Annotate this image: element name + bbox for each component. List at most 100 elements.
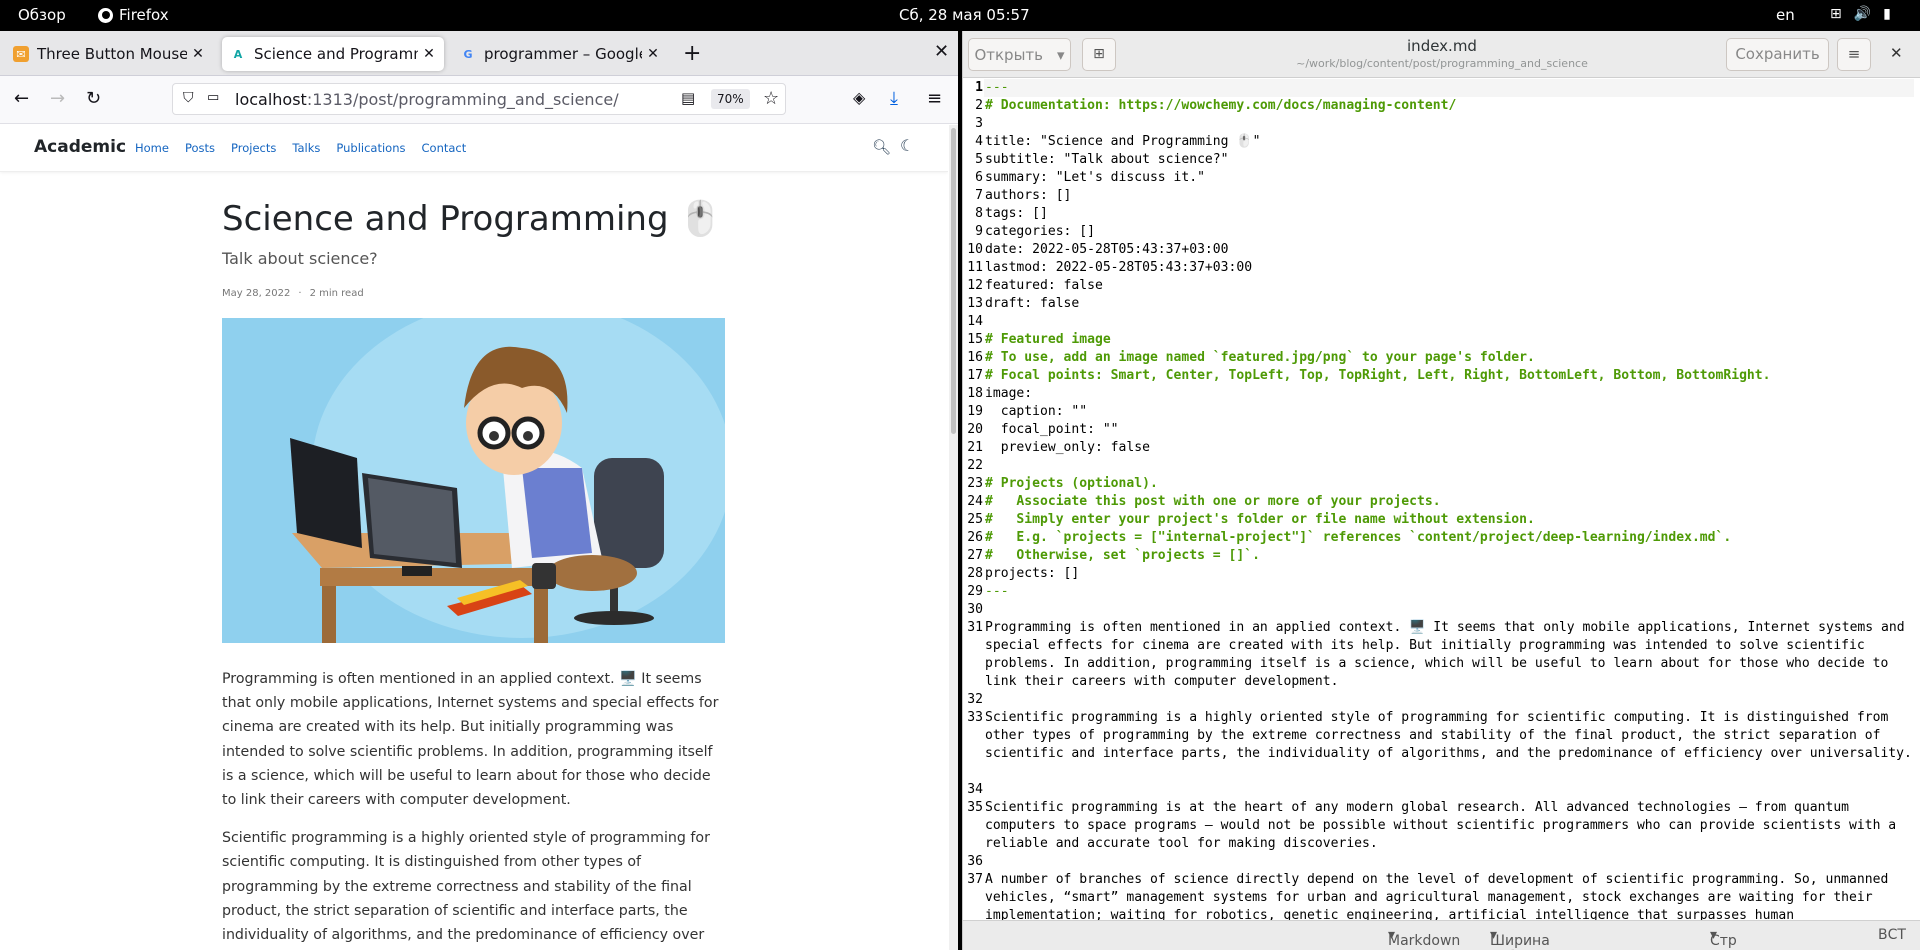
clock[interactable]: Сб, 28 мая 05:57 — [899, 6, 1030, 24]
system-tray[interactable]: ⊞ 🔊 ▮ — [1830, 6, 1891, 22]
line-number: 21 — [967, 440, 983, 455]
editor-line[interactable]: # Otherwise, set `projects = []`. — [985, 547, 1915, 565]
line-number: 15 — [967, 332, 983, 347]
tab-three-button-mouse[interactable]: ✉ Three Button Mouse Er ✕ — [5, 37, 213, 71]
url-text[interactable]: localhost:1313/post/programming_and_scie… — [235, 90, 619, 109]
new-tab-plus-icon[interactable]: + — [683, 41, 701, 66]
downloads-icon[interactable]: ⤓ — [890, 88, 898, 109]
editor-line[interactable]: # E.g. `projects = ["internal-project"]`… — [985, 529, 1915, 547]
menu-home[interactable]: Home — [135, 141, 169, 155]
hamburger-menu-icon[interactable]: ≡ — [927, 88, 942, 109]
tab-close-icon[interactable]: ✕ — [646, 46, 660, 62]
page-info-icon[interactable]: ▭ — [207, 90, 219, 105]
pocket-icon[interactable]: ◈ — [853, 88, 865, 107]
reader-view-icon[interactable]: ▤ — [681, 89, 695, 107]
editor-line[interactable]: summary: "Let's discuss it." — [985, 169, 1915, 187]
save-button[interactable]: Сохранить — [1726, 38, 1829, 71]
editor-line[interactable]: # Associate this post with one or more o… — [985, 493, 1915, 511]
cursor-position[interactable]: Стр 1, Стл6 1 ▾ — [1710, 927, 1737, 950]
editor-line[interactable]: caption: "" — [985, 403, 1915, 421]
menu-contact[interactable]: Contact — [422, 141, 467, 155]
app-menu[interactable]: Firefox — [98, 6, 169, 24]
editor-line[interactable]: --- — [985, 79, 1915, 97]
academic-icon: A — [233, 47, 243, 61]
line-number: 36 — [967, 854, 983, 869]
tab-science-and-programming[interactable]: A Science and Programming ✕ — [222, 37, 444, 71]
line-number: 29 — [967, 584, 983, 599]
language-selector[interactable]: Markdown ▾ — [1388, 927, 1460, 949]
line-number: 30 — [967, 602, 983, 617]
editor-line[interactable]: draft: false — [985, 295, 1915, 313]
editor-line[interactable]: Programming is often mentioned in an app… — [985, 619, 1915, 691]
editor-line[interactable]: --- — [985, 583, 1915, 601]
editor-line[interactable]: # Focal points: Smart, Center, TopLeft, … — [985, 367, 1915, 385]
line-number: 11 — [967, 260, 983, 275]
url-path: :1313/post/programming_and_science/ — [306, 90, 619, 109]
tab-google-programmer[interactable]: G programmer – Google Po ✕ — [452, 37, 668, 71]
line-number: 14 — [967, 314, 983, 329]
editor-line[interactable]: # Featured image — [985, 331, 1915, 349]
mail-icon: ✉ — [13, 46, 29, 62]
volume-icon: 🔊 — [1853, 6, 1872, 22]
menu-posts[interactable]: Posts — [185, 141, 215, 155]
dark-mode-moon-icon[interactable]: ☾ — [900, 136, 914, 155]
scrollbar-thumb[interactable] — [951, 128, 956, 434]
forward-arrow-icon[interactable]: → — [50, 88, 65, 109]
line-number: 23 — [967, 476, 983, 491]
close-icon[interactable]: ✕ — [1890, 44, 1903, 62]
editor-line[interactable]: featured: false — [985, 277, 1915, 295]
navigation-toolbar: ← → ↻ ⛉ ▭ localhost:1313/post/programmin… — [0, 76, 958, 124]
editor-line[interactable]: Scientific programming is a highly orien… — [985, 709, 1915, 763]
web-page: Academic Home Posts Projects Talks Publi… — [0, 125, 948, 950]
editor-line[interactable]: lastmod: 2022-05-28T05:43:37+03:00 — [985, 259, 1915, 277]
menu-talks[interactable]: Talks — [292, 141, 320, 155]
editor-line[interactable]: categories: [] — [985, 223, 1915, 241]
activities-button[interactable]: Обзор — [18, 6, 66, 24]
new-document-icon[interactable]: ⊞ — [1082, 38, 1116, 71]
editor-line[interactable]: Scientific programming is at the heart o… — [985, 799, 1915, 853]
site-navbar: Academic Home Posts Projects Talks Publi… — [0, 125, 948, 172]
keyboard-layout[interactable]: en — [1776, 6, 1795, 24]
line-number: 22 — [967, 458, 983, 473]
editor-line[interactable]: date: 2022-05-28T05:43:37+03:00 — [985, 241, 1915, 259]
bookmark-star-icon[interactable]: ☆ — [763, 88, 779, 109]
editor-line[interactable]: preview_only: false — [985, 439, 1915, 457]
line-number: 3 — [975, 116, 983, 131]
editor-line[interactable]: subtitle: "Talk about science?" — [985, 151, 1915, 169]
reload-icon[interactable]: ↻ — [86, 88, 101, 109]
search-icon[interactable]: 🔍︎ — [872, 138, 891, 156]
editor-line[interactable]: A number of branches of science directly… — [985, 871, 1915, 925]
language-label: Markdown — [1388, 933, 1461, 949]
editor-line[interactable]: focal_point: "" — [985, 421, 1915, 439]
tab-close-icon[interactable]: ✕ — [191, 46, 205, 62]
editor-line[interactable]: # Documentation: https://wowchemy.com/do… — [985, 97, 1915, 115]
back-arrow-icon[interactable]: ← — [14, 88, 29, 109]
line-number: 7 — [975, 188, 983, 203]
editor-line[interactable]: tags: [] — [985, 205, 1915, 223]
editor-line[interactable]: image: — [985, 385, 1915, 403]
google-icon: G — [463, 47, 473, 61]
text-editor[interactable]: 1 2 3 4 5 6 7 8 9 10 11 12 13 14 15 16 17 18 19 20 21 22 23 24 2… — [963, 79, 1920, 950]
tab-width-selector[interactable]: Ширина табуляции: 8 ▾ — [1490, 927, 1573, 950]
featured-image — [222, 318, 725, 643]
site-brand[interactable]: Academic — [34, 137, 126, 157]
menu-publications[interactable]: Publications — [336, 141, 405, 155]
line-number: 25 — [967, 512, 983, 527]
firefox-window: ✉ Three Button Mouse Er ✕ A Science and … — [0, 31, 958, 950]
url-bar[interactable]: ⛉ ▭ localhost:1313/post/programming_and_… — [172, 83, 786, 115]
zoom-level-button[interactable]: 70% — [711, 89, 750, 109]
menu-projects[interactable]: Projects — [231, 141, 276, 155]
editor-line[interactable]: title: "Science and Programming 🖱️" — [985, 133, 1915, 151]
editor-line[interactable]: # Projects (optional). — [985, 475, 1915, 493]
editor-line[interactable]: authors: [] — [985, 187, 1915, 205]
editor-line[interactable]: # To use, add an image named `featured.j… — [985, 349, 1915, 367]
editor-line[interactable]: # Simply enter your project's folder or … — [985, 511, 1915, 529]
close-window-icon[interactable]: ✕ — [934, 41, 949, 62]
hamburger-menu-icon[interactable]: ≡ — [1837, 38, 1871, 71]
open-button[interactable]: Открыть ▾ — [968, 38, 1071, 71]
tab-close-icon[interactable]: ✕ — [422, 46, 436, 62]
editor-line[interactable]: projects: [] — [985, 565, 1915, 583]
page-scrollbar[interactable] — [949, 125, 958, 950]
line-number: 20 — [967, 422, 983, 437]
shield-icon[interactable]: ⛉ — [183, 90, 194, 106]
